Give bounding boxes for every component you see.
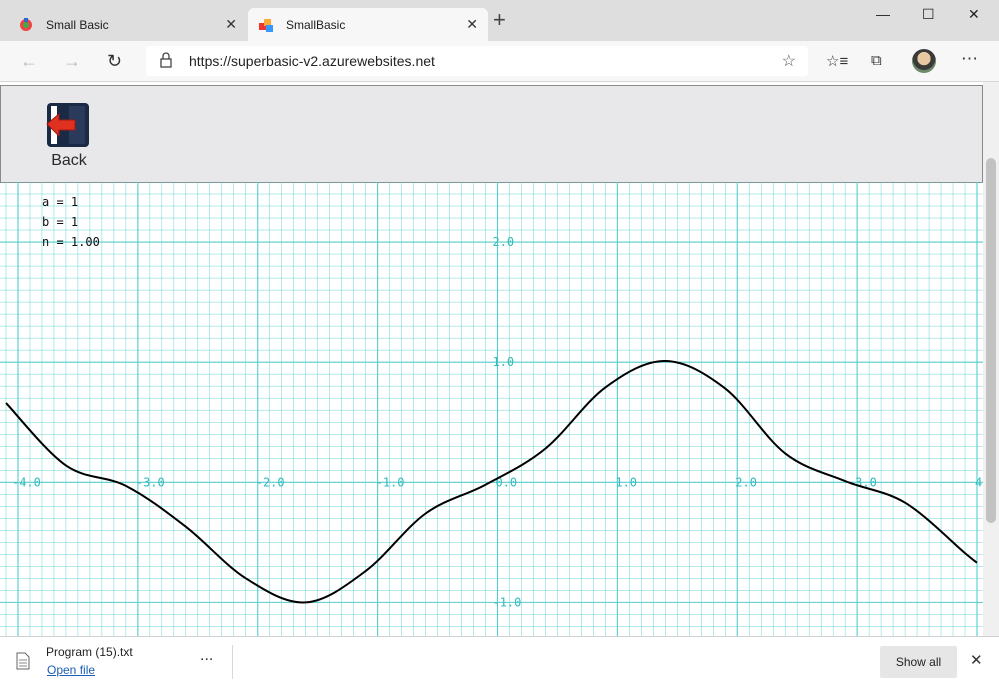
back-arrow-icon[interactable]: ← [20, 51, 38, 72]
x-tick-label: -2.0 [256, 475, 285, 489]
favorites-list-icon[interactable]: ☆≡ [826, 52, 848, 70]
tab-close-icon[interactable]: ✕ [225, 16, 237, 33]
smallbasic-favicon-icon [259, 18, 273, 32]
y-tick-label: 1.0 [492, 355, 514, 369]
maximize-icon[interactable]: ☐ [922, 6, 935, 23]
lock-icon [160, 52, 172, 68]
refresh-icon[interactable]: ↻ [107, 51, 122, 72]
param-label: n = 1.00 [42, 235, 100, 249]
profile-avatar[interactable] [912, 49, 936, 73]
back-label: Back [51, 152, 87, 169]
collections-icon[interactable]: ⧉ [871, 52, 882, 69]
y-tick-label: -1.0 [492, 595, 521, 609]
downloads-close-icon[interactable]: ✕ [970, 651, 983, 669]
x-tick-label: 1.0 [615, 475, 637, 489]
tab-smallbasic[interactable]: SmallBasic ✕ [248, 8, 488, 41]
download-more-button[interactable]: ... [200, 647, 213, 665]
tab-close-icon[interactable]: ✕ [466, 16, 478, 33]
graph-canvas: -4.0 -3.0 -2.0 -1.0 0.0 1.0 2.0 3.0 42.01.0-1.0a… [0, 182, 983, 636]
page-content: Back -4.0 -3.0 -2.0 -1.0 0.0 1.0 2.0 3.0 4 2.0 1.0… [0, 82, 983, 636]
minimize-icon[interactable]: — [876, 6, 890, 22]
x-tick-label: 2.0 [735, 475, 757, 489]
app-toolbar: Back [0, 85, 983, 183]
more-menu-icon[interactable]: ⋯ [961, 49, 978, 69]
scrollbar-thumb[interactable] [986, 158, 996, 523]
vertical-scrollbar[interactable] [983, 82, 999, 636]
param-label: a = 1 [42, 195, 78, 209]
x-tick-label: -4.0 [12, 475, 41, 489]
tab-title: Small Basic [46, 17, 109, 32]
download-file-name: Program (15).txt [46, 645, 133, 659]
url-text: https://superbasic-v2.azurewebsites.net [189, 53, 435, 69]
y-tick-label: 2.0 [492, 235, 514, 249]
back-door-icon [46, 103, 89, 147]
tab-small-basic[interactable]: Small Basic ✕ [8, 8, 247, 41]
param-label: b = 1 [42, 215, 78, 229]
show-all-button[interactable]: Show all [880, 646, 957, 678]
text-file-icon [16, 652, 30, 670]
url-field[interactable]: https://superbasic-v2.azurewebsites.net … [146, 46, 808, 76]
x-tick-label: -1.0 [376, 475, 405, 489]
small-basic-favicon-icon [20, 17, 32, 31]
open-file-link[interactable]: Open file [47, 663, 95, 677]
back-button[interactable]: Back [39, 100, 99, 170]
close-icon[interactable]: ✕ [968, 6, 980, 23]
address-bar: ← → ↻ https://superbasic-v2.azurewebsite… [0, 41, 999, 82]
forward-arrow-icon[interactable]: → [63, 51, 81, 72]
x-tick-label: -3.0 [136, 475, 165, 489]
divider [232, 645, 233, 679]
tab-bar: Small Basic ✕ SmallBasic ✕ + — ☐ ✕ [0, 0, 999, 41]
x-tick-label: 4 [975, 475, 982, 489]
downloads-bar: Program (15).txt Open file ... Show all … [0, 636, 999, 687]
new-tab-button[interactable]: + [493, 9, 506, 31]
favorite-star-icon[interactable]: ☆ [782, 51, 796, 71]
tab-title: SmallBasic [286, 17, 346, 32]
